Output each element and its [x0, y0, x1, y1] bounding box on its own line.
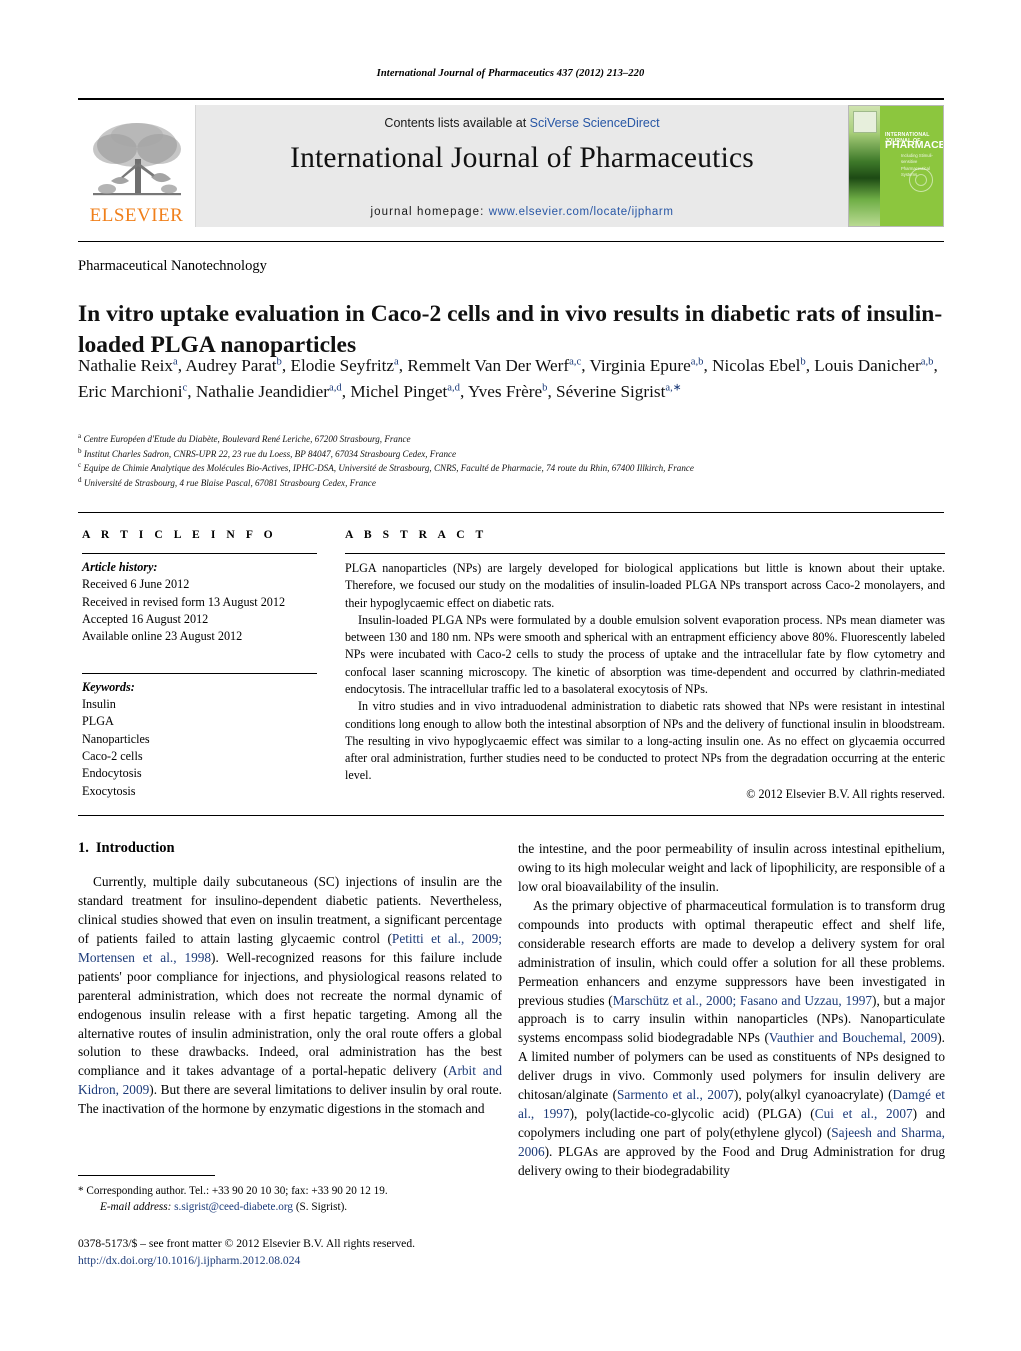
body-paragraph: Currently, multiple daily subcutaneous (… [78, 874, 503, 1117]
elsevier-logo: ELSEVIER [78, 105, 196, 227]
article-history-item: Received 6 June 2012 [82, 577, 190, 592]
affiliation-text: Université de Strasbourg, 4 rue Blaise P… [83, 478, 376, 489]
keyword-item: Insulin [82, 696, 116, 711]
affiliation-text: Centre Européen d'Etude du Diabète, Boul… [83, 434, 411, 444]
article-type-label: Pharmaceutical Nanotechnology [78, 258, 267, 274]
keyword-item: Endocytosis [82, 766, 142, 781]
author-list: Nathalie Reixa, Audrey Paratb, Elodie Se… [78, 356, 938, 402]
affiliation-mark: a [78, 431, 82, 440]
keywords-label: Keywords: [82, 679, 135, 694]
abstract-paragraph: In vitro studies and in vivo intraduoden… [345, 699, 945, 783]
body-paragraph: As the primary objective of pharmaceutic… [518, 897, 946, 1178]
cover-ring-graphic [909, 168, 933, 192]
article-info-heading: A R T I C L E I N F O [82, 528, 277, 541]
journal-cover-thumbnail: INTERNATIONAL JOURNAL OF PHARMACEUTICS I… [848, 105, 944, 227]
corresponding-email-line: E-mail address: s.sigrist@ceed-diabete.o… [100, 1201, 348, 1214]
abstract-paragraph: Insulin-loaded PLGA NPs were formulated … [345, 612, 945, 696]
article-info-block: A R T I C L E I N F O Article history: R… [82, 528, 317, 800]
body-column-right: the intestine, and the poor permeability… [518, 840, 945, 1181]
abstract-divider [345, 553, 945, 554]
elsevier-tree-icon [92, 123, 181, 196]
contents-prefix: Contents lists available at [384, 116, 530, 130]
abstract-paragraph: PLGA nanoparticles (NPs) are largely dev… [345, 561, 945, 610]
abstract-heading: A B S T R A C T [345, 528, 488, 541]
cover-journal-name: PHARMACEUTICS [885, 139, 943, 151]
corresponding-author-footnote: * Corresponding author. Tel.: +33 90 20 … [78, 1175, 502, 1215]
journal-title: International Journal of Pharmaceutics [290, 142, 754, 174]
article-history-label: Article history: [82, 560, 158, 574]
info-block-top-rule [78, 512, 944, 513]
info-block-bottom-rule [78, 815, 944, 816]
affiliation-item: a Centre Européen d'Etude du Diabète, Bo… [78, 432, 958, 447]
affiliation-mark: d [78, 476, 82, 485]
affiliation-text: Institut Charles Sadron, CNRS-UPR 22, 23… [83, 448, 457, 459]
abstract-copyright: © 2012 Elsevier B.V. All rights reserved… [746, 786, 945, 801]
journal-masthead: ELSEVIER Contents lists available at Sci… [78, 98, 944, 227]
article-history-item: Available online 23 August 2012 [82, 629, 243, 644]
section-heading-introduction: 1. Introduction [78, 840, 502, 857]
elsevier-wordmark: ELSEVIER [89, 205, 184, 226]
affiliation-mark: c [78, 461, 82, 470]
keywords-block: Keywords: Insulin PLGA Nanoparticles Cac… [82, 672, 317, 800]
journal-band: Contents lists available at SciVerse Sci… [196, 105, 848, 227]
abstract-block: A B S T R A C T PLGA nanoparticles (NPs)… [345, 528, 945, 802]
affiliation-text: Equipe de Chimie Analytique des Molécule… [83, 463, 694, 474]
keywords-divider [82, 672, 317, 674]
article-history-item: Received in revised form 13 August 2012 [82, 594, 286, 609]
keyword-item: Caco-2 cells [82, 748, 143, 763]
masthead-bottom-rule [78, 241, 944, 242]
homepage-prefix: journal homepage: [370, 206, 489, 218]
affiliation-item: b Institut Charles Sadron, CNRS-UPR 22, … [78, 447, 958, 462]
journal-homepage-line: journal homepage: www.elsevier.com/locat… [370, 206, 673, 218]
body-column-left: 1. Introduction Currently, multiple daily… [78, 840, 502, 1119]
article-info-divider [82, 553, 317, 554]
affiliation-item: d Université de Strasbourg, 4 rue Blaise… [78, 476, 958, 491]
cover-tube-cap [853, 111, 877, 133]
corresponding-author-line: * Corresponding author. Tel.: +33 90 20 … [78, 1185, 388, 1197]
issn-line: 0378-5173/$ – see front matter © 2012 El… [78, 1237, 416, 1250]
keyword-item: Nanoparticles [82, 731, 150, 746]
article-history-item: Accepted 16 August 2012 [82, 611, 209, 626]
footnote-rule [78, 1175, 215, 1176]
affiliation-mark: b [78, 446, 82, 455]
running-head: International Journal of Pharmaceutics 4… [376, 68, 645, 79]
keyword-item: Exocytosis [82, 783, 136, 798]
page-title: In vitro uptake evaluation in Caco-2 cel… [78, 300, 943, 358]
body-paragraph: the intestine, and the poor permeability… [518, 841, 945, 894]
affiliation-item: c Equipe de Chimie Analytique des Molécu… [78, 461, 958, 476]
doi-link[interactable]: http://dx.doi.org/10.1016/j.ijpharm.2012… [78, 1252, 578, 1269]
sciencedirect-link[interactable]: SciVerse ScienceDirect [530, 116, 660, 130]
affiliation-list: a Centre Européen d'Etude du Diabète, Bo… [78, 432, 958, 491]
keyword-item: PLGA [82, 714, 114, 729]
journal-article-page: International Journal of Pharmaceutics 4… [0, 0, 1021, 1351]
contents-lists-line: Contents lists available at SciVerse Sci… [384, 116, 659, 130]
issn-doi-block: 0378-5173/$ – see front matter © 2012 El… [78, 1235, 578, 1270]
journal-homepage-link[interactable]: www.elsevier.com/locate/ijpharm [489, 206, 674, 218]
section-number: 1. [78, 840, 89, 856]
section-title: Introduction [95, 840, 175, 856]
